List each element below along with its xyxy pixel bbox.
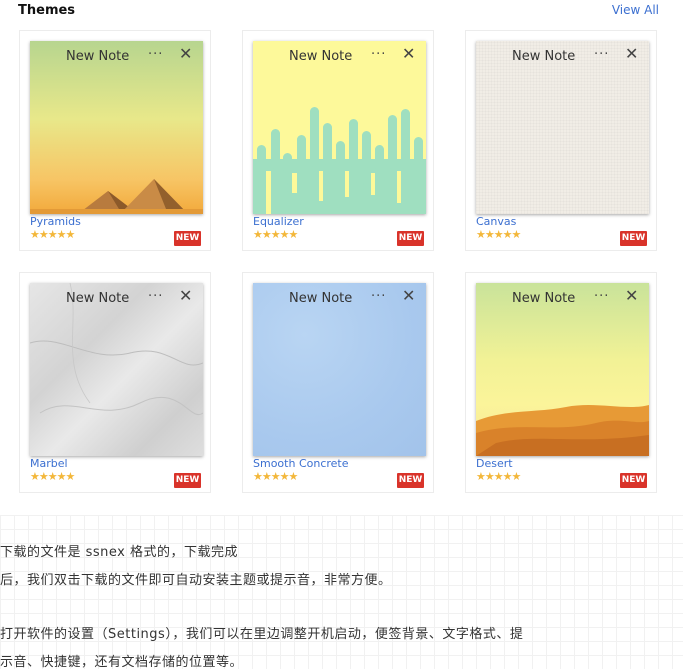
themes-title: Themes [18, 3, 76, 18]
more-icon: ··· [594, 47, 610, 62]
article-line: 示音、快捷键，还有文档存储的位置等。 [0, 655, 244, 670]
theme-name[interactable]: Equalizer [253, 215, 304, 228]
more-icon: ··· [148, 289, 164, 304]
article-background [0, 515, 683, 669]
theme-name[interactable]: Pyramids [30, 215, 81, 228]
note-title: New Note [66, 291, 130, 306]
new-badge: NEW [620, 231, 647, 246]
close-icon: ✕ [179, 44, 193, 63]
theme-name[interactable]: Desert [476, 457, 513, 470]
article-line: 下载的文件是 ssnex 格式的，下载完成 [0, 545, 239, 560]
close-icon: ✕ [402, 286, 416, 305]
close-icon: ✕ [179, 286, 193, 305]
more-icon: ··· [371, 289, 387, 304]
theme-name[interactable]: Marbel [30, 457, 68, 470]
note-preview: New Note ··· ✕ [253, 41, 426, 214]
close-icon: ✕ [625, 44, 639, 63]
theme-name[interactable]: Canvas [476, 215, 516, 228]
note-title: New Note [289, 49, 353, 64]
theme-card-desert[interactable]: New Note ··· ✕ Desert ★★★★★ NEW [465, 272, 657, 493]
article-line: 打开软件的设置（Settings），我们可以在里边调整开机启动，便签背景、文字格… [0, 627, 524, 642]
view-all-link[interactable]: View All [612, 3, 659, 17]
rating-stars: ★★★★★ [476, 228, 521, 241]
note-preview: New Note ··· ✕ [476, 283, 649, 456]
new-badge: NEW [620, 473, 647, 488]
note-preview: New Note ··· ✕ [30, 283, 203, 456]
note-preview: New Note ··· ✕ [30, 41, 203, 214]
more-icon: ··· [371, 47, 387, 62]
rating-stars: ★★★★★ [476, 470, 521, 483]
note-title: New Note [512, 291, 576, 306]
note-preview: New Note ··· ✕ [253, 283, 426, 456]
more-icon: ··· [148, 47, 164, 62]
rating-stars: ★★★★★ [30, 228, 75, 241]
note-title: New Note [66, 49, 130, 64]
theme-card-marbel[interactable]: New Note ··· ✕ Marbel ★★★★★ NEW [19, 272, 211, 493]
close-icon: ✕ [625, 286, 639, 305]
theme-card-smooth-concrete[interactable]: New Note ··· ✕ Smooth Concrete ★★★★★ NEW [242, 272, 434, 493]
close-icon: ✕ [402, 44, 416, 63]
rating-stars: ★★★★★ [30, 470, 75, 483]
theme-card-pyramids[interactable]: New Note ··· ✕ Pyramids ★★★★★ NEW [19, 30, 211, 251]
new-badge: NEW [397, 473, 424, 488]
new-badge: NEW [174, 473, 201, 488]
rating-stars: ★★★★★ [253, 470, 298, 483]
note-preview: New Note ··· ✕ [476, 41, 649, 214]
theme-name[interactable]: Smooth Concrete [253, 457, 349, 470]
more-icon: ··· [594, 289, 610, 304]
note-title: New Note [512, 49, 576, 64]
note-title: New Note [289, 291, 353, 306]
theme-card-canvas[interactable]: New Note ··· ✕ Canvas ★★★★★ NEW [465, 30, 657, 251]
new-badge: NEW [174, 231, 201, 246]
new-badge: NEW [397, 231, 424, 246]
rating-stars: ★★★★★ [253, 228, 298, 241]
theme-card-equalizer[interactable]: New Note ··· ✕ Equalizer ★★★★★ NEW [242, 30, 434, 251]
article-line: 后，我们双击下载的文件即可自动安装主题或提示音，非常方便。 [0, 573, 392, 588]
